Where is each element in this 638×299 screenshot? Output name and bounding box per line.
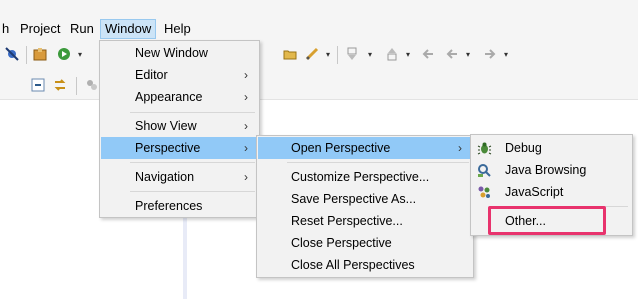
menu-separator (130, 162, 255, 163)
forward-dropdown-icon[interactable]: ▾ (502, 46, 510, 62)
menu-separator (130, 191, 255, 192)
menu-item-save-perspective-as[interactable]: Save Perspective As... (258, 188, 472, 210)
perspective-submenu: Open Perspective › Customize Perspective… (256, 135, 474, 278)
pen-dropdown-icon[interactable]: ▾ (324, 46, 332, 62)
previous-annotation-dropdown-icon[interactable]: ▾ (404, 46, 412, 62)
submenu-arrow-icon: › (244, 68, 248, 82)
menu-item-close-perspective[interactable]: Close Perspective (258, 232, 472, 254)
submenu-arrow-icon: › (244, 141, 248, 155)
menu-item-label: Java Browsing (505, 163, 587, 177)
run-dropdown-icon[interactable]: ▾ (76, 46, 84, 62)
menu-item-open-perspective[interactable]: Open Perspective › (258, 137, 472, 159)
back-icon[interactable] (444, 46, 460, 62)
window-menu: New Window Editor › Appearance › Show Vi… (99, 40, 260, 218)
menu-item-javascript[interactable]: JavaScript (472, 181, 631, 203)
menu-item-label: Preferences (135, 199, 203, 213)
menu-item-java-browsing[interactable]: Java Browsing (472, 159, 631, 181)
submenu-arrow-icon: › (244, 170, 248, 184)
menu-item-preferences[interactable]: Preferences (101, 195, 258, 217)
menubar-item-help[interactable]: Help (160, 19, 195, 39)
menu-item-label: Show View (135, 119, 197, 133)
menu-item-label: Navigation (135, 170, 195, 184)
menu-item-label: Close Perspective (291, 236, 392, 250)
menubar-item-run[interactable]: Run (66, 19, 98, 39)
submenu-arrow-icon: › (458, 141, 462, 155)
menu-item-label: JavaScript (505, 185, 564, 199)
menu-item-label: Debug (505, 141, 542, 155)
menu-item-editor[interactable]: Editor › (101, 64, 258, 86)
menubar-item-partial[interactable]: h (0, 19, 13, 39)
menu-item-label: Appearance (135, 90, 203, 104)
java-browsing-icon (476, 162, 492, 178)
menu-item-navigation[interactable]: Navigation › (101, 166, 258, 188)
toolbar-separator (337, 46, 338, 64)
highlight-callout-box (488, 206, 606, 235)
main-toolbar: ▾ ▾ ▾ ▾ ▾ ▾ (0, 40, 638, 68)
menu-item-perspective[interactable]: Perspective › (101, 137, 258, 159)
collapse-all-icon[interactable] (30, 77, 46, 93)
menu-item-show-view[interactable]: Show View › (101, 115, 258, 137)
menu-item-reset-perspective[interactable]: Reset Perspective... (258, 210, 472, 232)
menu-item-new-window[interactable]: New Window (101, 42, 258, 64)
bug-icon (476, 140, 492, 156)
view-toolbar (0, 68, 638, 100)
last-edit-icon[interactable] (420, 46, 436, 62)
next-annotation-dropdown-icon[interactable]: ▾ (366, 46, 374, 62)
menu-item-label: Reset Perspective... (291, 214, 403, 228)
gray-dots-icon[interactable] (84, 77, 100, 93)
previous-annotation-icon[interactable] (384, 46, 400, 62)
toolbar-separator (26, 46, 27, 64)
submenu-arrow-icon: › (244, 119, 248, 133)
menu-item-label: Close All Perspectives (291, 258, 415, 272)
editor-ruler-strip (183, 210, 187, 299)
menu-item-close-all-perspectives[interactable]: Close All Perspectives (258, 254, 472, 276)
menu-item-customize-perspective[interactable]: Customize Perspective... (258, 166, 472, 188)
menubar-item-window[interactable]: Window (100, 19, 157, 39)
submenu-arrow-icon: › (244, 90, 248, 104)
menu-item-debug[interactable]: Debug (472, 137, 631, 159)
menubar-item-project[interactable]: Project (16, 19, 64, 39)
next-annotation-icon[interactable] (344, 46, 360, 62)
link-with-editor-icon[interactable] (52, 77, 68, 93)
menu-item-label: Open Perspective (291, 141, 391, 155)
run-icon[interactable] (56, 46, 72, 62)
menu-item-label: Customize Perspective... (291, 170, 430, 184)
menu-item-label: Editor (135, 68, 168, 82)
menu-item-label: Save Perspective As... (291, 192, 417, 206)
menu-separator (130, 112, 255, 113)
menu-item-label: New Window (135, 46, 208, 60)
menu-item-appearance[interactable]: Appearance › (101, 86, 258, 108)
toolbar-separator (76, 77, 77, 95)
menubar: h Project Run Window Help (0, 0, 638, 40)
javascript-icon (476, 184, 492, 200)
back-dropdown-icon[interactable]: ▾ (464, 46, 472, 62)
pen-icon[interactable] (304, 46, 320, 62)
forward-icon[interactable] (482, 46, 498, 62)
open-folder-icon[interactable] (282, 46, 298, 62)
menu-item-label: Perspective (135, 141, 201, 155)
package-icon[interactable] (32, 46, 48, 62)
skip-breakpoints-icon[interactable] (4, 46, 20, 62)
menu-separator (287, 162, 469, 163)
